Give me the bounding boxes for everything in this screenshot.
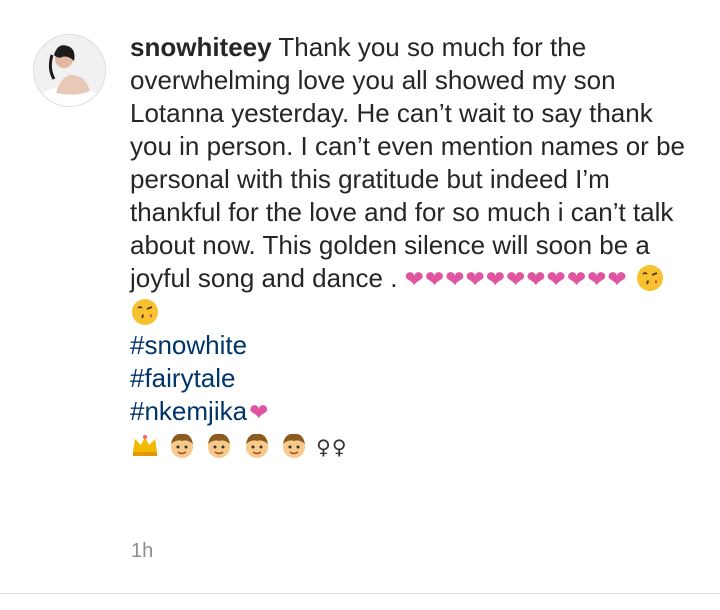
heart-emojis: ❤❤❤❤❤❤❤❤❤❤❤	[404, 266, 628, 292]
username-link[interactable]: snowhiteey	[130, 32, 272, 62]
hashtag-link[interactable]: #fairytale	[130, 362, 690, 395]
boy-face-icon	[242, 430, 272, 460]
female-sign-symbols: ♀♀	[316, 435, 348, 459]
avatar[interactable]	[33, 34, 106, 107]
face-blowing-kiss-icon	[130, 297, 160, 327]
face-blowing-kiss-icon	[635, 263, 665, 293]
crown-icon	[130, 430, 160, 460]
post-caption: snowhiteey Thank you so much for the ove…	[130, 31, 690, 464]
boy-face-icon	[204, 430, 234, 460]
boy-face-icon	[279, 430, 309, 460]
emoji-row: ♀♀	[130, 429, 690, 464]
heart-emoji: ❤	[249, 399, 269, 425]
caption-text: Thank you so much for the overwhelming l…	[130, 32, 685, 293]
hashtag-link[interactable]: #nkemjika❤	[130, 395, 690, 429]
hashtag-text[interactable]: #nkemjika	[130, 396, 247, 426]
hashtag-link[interactable]: #snowhite	[130, 329, 690, 362]
post-timestamp[interactable]: 1h	[131, 540, 153, 563]
boy-face-icon	[167, 430, 197, 460]
divider	[0, 593, 720, 594]
